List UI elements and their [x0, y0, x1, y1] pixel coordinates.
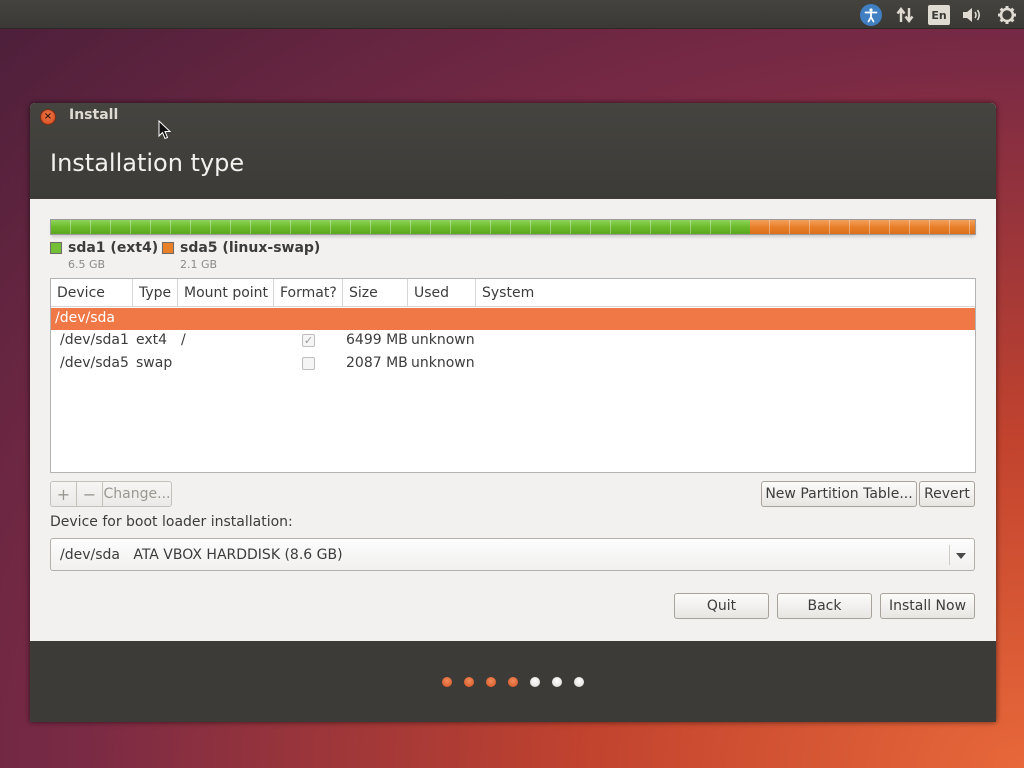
- column-header-type[interactable]: Type: [133, 279, 178, 307]
- new-partition-table-button[interactable]: New Partition Table...: [761, 481, 917, 507]
- window-header: × Install Installation type: [30, 103, 996, 199]
- device-cell: /dev/sda5: [60, 355, 129, 371]
- install-window: × Install Installation type sda1 (ext4) …: [30, 103, 996, 722]
- table-row[interactable]: /dev/sda5 swap 2087 MB unknown: [51, 353, 975, 375]
- progress-footer: [30, 641, 996, 722]
- legend-size-sda5: 2.1 GB: [180, 258, 218, 271]
- back-button[interactable]: Back: [777, 593, 872, 619]
- mouse-cursor-icon: [158, 120, 172, 140]
- size-cell: 6499 MB: [346, 332, 408, 348]
- accessibility-icon[interactable]: [859, 4, 883, 26]
- table-row[interactable]: /dev/sda1 ext4 / ✓ 6499 MB unknown: [51, 330, 975, 352]
- column-header-system[interactable]: System: [476, 279, 975, 307]
- device-cell: /dev/sda: [55, 310, 115, 326]
- format-checkbox[interactable]: [302, 357, 315, 370]
- progress-dot-pending: [530, 677, 540, 687]
- partition-toolbar: + − Change...: [50, 481, 172, 507]
- column-header-mount-point[interactable]: Mount point: [178, 279, 274, 307]
- change-partition-button[interactable]: Change...: [103, 482, 171, 506]
- format-checkbox-checked[interactable]: ✓: [302, 334, 315, 347]
- type-cell: ext4: [136, 332, 168, 348]
- legend-swatch-sda5: [162, 242, 174, 254]
- boot-loader-selected-value: /dev/sda ATA VBOX HARDDISK (8.6 GB): [60, 547, 343, 563]
- table-row-selected[interactable]: /dev/sda: [51, 308, 975, 330]
- revert-button[interactable]: Revert: [919, 481, 975, 507]
- column-header-format[interactable]: Format?: [274, 279, 343, 307]
- combo-separator: [949, 545, 950, 565]
- close-icon[interactable]: ×: [40, 109, 56, 125]
- network-icon[interactable]: [893, 4, 917, 26]
- legend-swatch-sda1: [50, 242, 62, 254]
- progress-dot-completed: [464, 677, 474, 687]
- used-cell: unknown: [411, 332, 475, 348]
- partition-segment-sda5: [750, 220, 975, 234]
- boot-loader-select[interactable]: /dev/sda ATA VBOX HARDDISK (8.6 GB): [50, 538, 975, 571]
- table-header: Device Type Mount point Format? Size Use…: [51, 279, 975, 307]
- page-title: Installation type: [50, 149, 245, 177]
- boot-loader-label: Device for boot loader installation:: [50, 514, 293, 530]
- add-partition-button[interactable]: +: [51, 482, 77, 506]
- keyboard-layout-indicator[interactable]: En: [927, 4, 951, 26]
- column-header-device[interactable]: Device: [51, 279, 133, 307]
- keyboard-layout-label: En: [928, 5, 950, 25]
- used-cell: unknown: [411, 355, 475, 371]
- progress-dot-pending: [552, 677, 562, 687]
- type-cell: swap: [136, 355, 173, 371]
- legend-size-sda1: 6.5 GB: [68, 258, 106, 271]
- legend-name-sda1: sda1 (ext4): [68, 240, 159, 256]
- mount-cell: /: [181, 332, 186, 348]
- window-title: Install: [69, 107, 119, 123]
- top-panel: En: [0, 0, 1024, 29]
- progress-dot-pending: [574, 677, 584, 687]
- system-gear-icon[interactable]: [995, 4, 1019, 26]
- progress-dot-completed: [508, 677, 518, 687]
- column-header-used[interactable]: Used: [408, 279, 476, 307]
- install-now-button[interactable]: Install Now: [880, 593, 975, 619]
- chevron-down-icon[interactable]: [956, 553, 966, 559]
- legend-name-sda5: sda5 (linux-swap): [180, 240, 321, 256]
- remove-partition-button[interactable]: −: [77, 482, 103, 506]
- partition-bar: [50, 219, 976, 235]
- progress-dot-completed: [442, 677, 452, 687]
- quit-button[interactable]: Quit: [674, 593, 769, 619]
- size-cell: 2087 MB: [346, 355, 408, 371]
- sound-icon[interactable]: [960, 4, 984, 26]
- partition-segment-sda1: [51, 220, 751, 234]
- progress-dot-completed: [486, 677, 496, 687]
- column-header-size[interactable]: Size: [343, 279, 408, 307]
- partition-table[interactable]: Device Type Mount point Format? Size Use…: [50, 278, 976, 473]
- device-cell: /dev/sda1: [60, 332, 129, 348]
